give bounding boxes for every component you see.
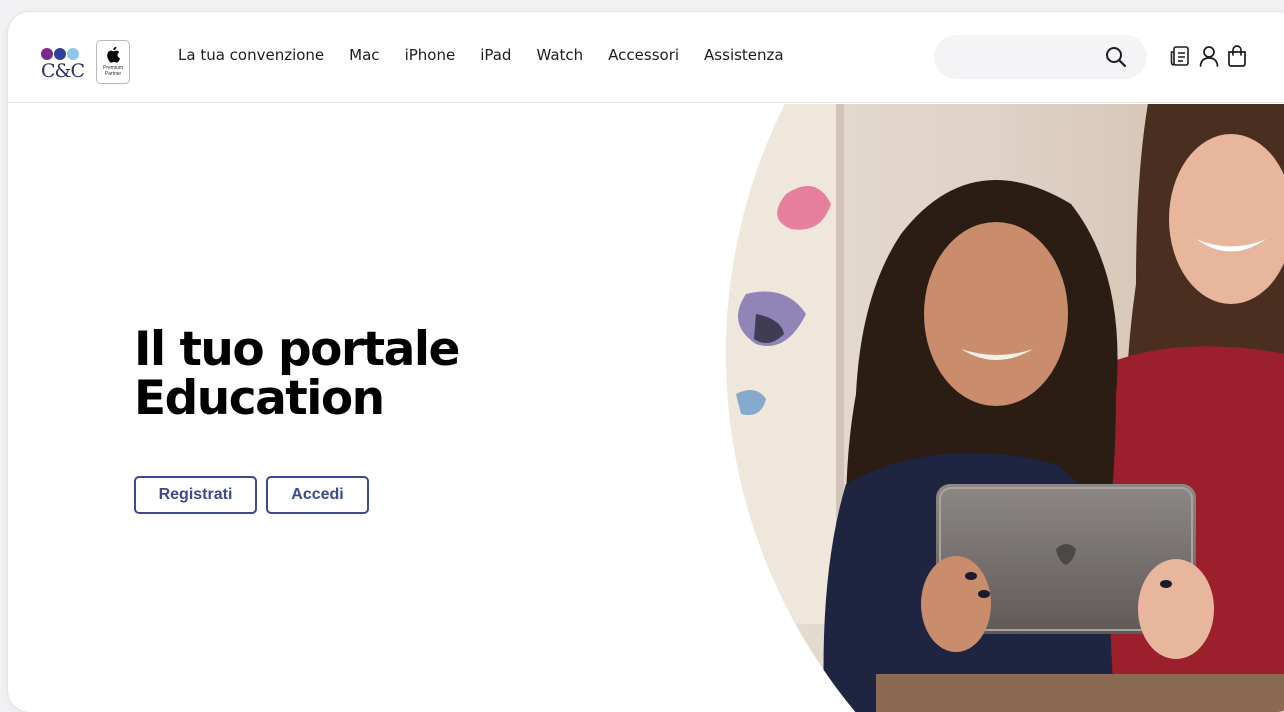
nav-item-ipad[interactable]: iPad (480, 46, 511, 64)
hero-title: Il tuo portale Education (134, 322, 460, 426)
nav-item-convenzione[interactable]: La tua convenzione (178, 46, 324, 64)
main-nav: La tua convenzione Mac iPhone iPad Watch… (178, 46, 809, 64)
apple-logo-icon (107, 46, 120, 63)
document-list-icon[interactable] (1169, 44, 1191, 68)
logo-text: C&C (41, 60, 85, 82)
hero-title-line-2: Education (134, 371, 385, 426)
browser-page: C&C Premium Partner La tua convenzione M… (8, 12, 1284, 712)
nav-item-iphone[interactable]: iPhone (405, 46, 456, 64)
nav-item-watch[interactable]: Watch (536, 46, 583, 64)
search-bar (934, 35, 1147, 79)
cc-logo[interactable]: C&C (41, 42, 101, 82)
hero-image-clip (726, 104, 1284, 712)
site-header: C&C Premium Partner La tua convenzione M… (8, 12, 1284, 103)
search-icon[interactable] (1105, 46, 1127, 68)
shopping-bag-icon[interactable] (1226, 44, 1248, 68)
nav-item-accessori[interactable]: Accessori (608, 46, 679, 64)
hero-photo-students-with-ipad (726, 104, 1284, 712)
logo-dot-purple (41, 48, 53, 60)
logo-dot-lightblue (67, 48, 79, 60)
user-icon[interactable] (1198, 44, 1220, 68)
apple-premium-partner-badge: Premium Partner (96, 40, 130, 84)
logo-dots (41, 47, 80, 60)
register-button[interactable]: Registrati (134, 476, 257, 514)
badge-line-2: Partner (104, 70, 122, 77)
login-button[interactable]: Accedi (266, 476, 369, 514)
hero-title-line-1: Il tuo portale (134, 322, 460, 377)
nav-item-assistenza[interactable]: Assistenza (704, 46, 784, 64)
badge-text: Premium Partner (97, 65, 129, 77)
nav-item-mac[interactable]: Mac (349, 46, 379, 64)
logo-dot-blue (54, 48, 66, 60)
search-input[interactable] (950, 45, 1104, 71)
